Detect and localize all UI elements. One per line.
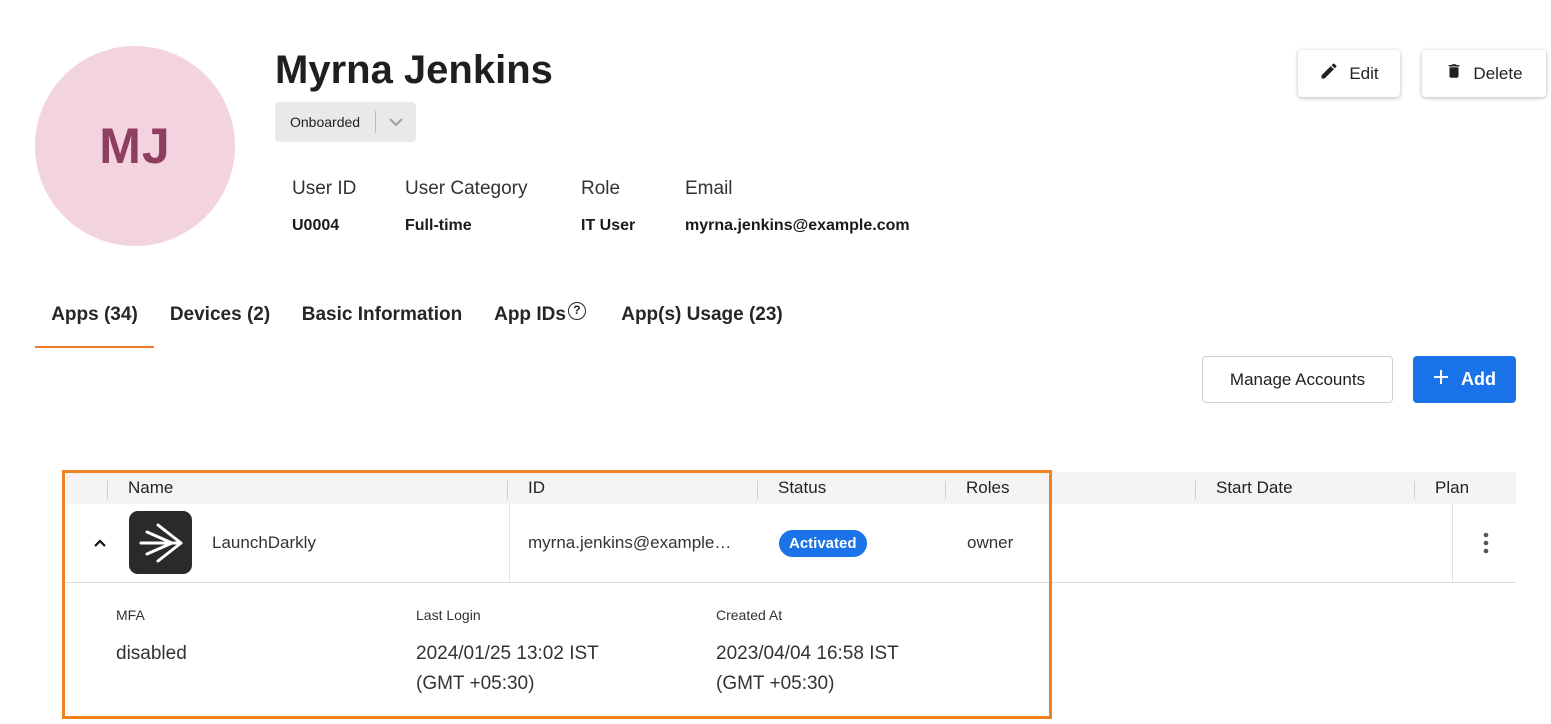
tab-basic-information-label: Basic Information bbox=[301, 304, 463, 325]
row-details: MFA disabled Last Login 2024/01/25 13:02… bbox=[66, 583, 1050, 717]
column-header-start-date[interactable]: Start Date bbox=[1216, 472, 1293, 504]
status-dropdown[interactable]: Onboarded bbox=[275, 102, 416, 142]
created-at-timezone: (GMT +05:30) bbox=[716, 673, 835, 694]
user-category-field: User Category Full-time bbox=[405, 178, 528, 235]
column-header-plan[interactable]: Plan bbox=[1435, 472, 1469, 504]
column-divider[interactable] bbox=[1195, 481, 1196, 499]
tab-app-usage[interactable]: App(s) Usage (23) bbox=[614, 296, 790, 348]
table-row[interactable]: LaunchDarkly myrna.jenkins@example… Acti… bbox=[66, 504, 1516, 583]
account-id: myrna.jenkins@example… bbox=[528, 533, 732, 552]
mfa-value: disabled bbox=[116, 643, 187, 664]
column-header-name[interactable]: Name bbox=[128, 472, 173, 504]
created-at-value: 2023/04/04 16:58 IST (GMT +05:30) bbox=[716, 639, 899, 699]
manage-accounts-button[interactable]: Manage Accounts bbox=[1202, 356, 1393, 403]
tab-app-usage-label: App(s) Usage (23) bbox=[621, 304, 783, 325]
tab-app-ids-label: App IDs bbox=[494, 304, 566, 325]
last-login-value: 2024/01/25 13:02 IST (GMT +05:30) bbox=[416, 639, 599, 699]
avatar: MJ bbox=[35, 46, 235, 246]
trash-icon bbox=[1445, 61, 1463, 86]
email-label: Email bbox=[685, 178, 733, 199]
column-divider[interactable] bbox=[1414, 481, 1415, 499]
mfa-label: MFA bbox=[116, 607, 145, 623]
chevron-up-icon[interactable] bbox=[92, 504, 110, 582]
column-divider[interactable] bbox=[507, 481, 508, 499]
last-login-label: Last Login bbox=[416, 607, 481, 623]
column-divider[interactable] bbox=[757, 481, 758, 499]
column-header-roles[interactable]: Roles bbox=[966, 472, 1009, 504]
add-button[interactable]: Add bbox=[1413, 356, 1516, 403]
email-value: myrna.jenkins@example.com bbox=[685, 217, 910, 234]
launchdarkly-logo-icon bbox=[129, 511, 192, 574]
last-login-date: 2024/01/25 13:02 IST bbox=[416, 643, 599, 664]
column-divider bbox=[107, 481, 108, 499]
edit-button-label: Edit bbox=[1349, 63, 1379, 83]
status-badge: Activated bbox=[779, 529, 867, 557]
created-at-detail: Created At 2023/04/04 16:58 IST (GMT +05… bbox=[716, 607, 899, 699]
status-dropdown-value: Onboarded bbox=[290, 114, 361, 130]
role-value: IT User bbox=[581, 217, 636, 234]
avatar-initials: MJ bbox=[99, 118, 171, 174]
user-id-label: User ID bbox=[292, 178, 357, 199]
user-category-value: Full-time bbox=[405, 217, 472, 234]
column-divider bbox=[1452, 504, 1453, 582]
role-field: Role IT User bbox=[581, 178, 635, 235]
user-id-value: U0004 bbox=[292, 217, 340, 234]
table-header: Name ID Status Roles Start Date Plan bbox=[66, 472, 1516, 504]
user-category-label: User Category bbox=[405, 178, 528, 199]
role-label: Role bbox=[581, 178, 621, 199]
add-button-label: Add bbox=[1461, 369, 1496, 389]
status-cell: Activated bbox=[779, 504, 867, 582]
pencil-icon bbox=[1319, 61, 1339, 86]
app-name[interactable]: LaunchDarkly bbox=[212, 504, 316, 582]
last-login-detail: Last Login 2024/01/25 13:02 IST (GMT +05… bbox=[416, 607, 599, 699]
plus-icon bbox=[1433, 369, 1449, 390]
tab-bar: Apps (34) Devices (2) Basic Information … bbox=[0, 296, 1551, 348]
tab-devices-label: Devices (2) bbox=[169, 304, 271, 325]
help-icon[interactable]: ? bbox=[567, 302, 586, 320]
tab-apps-label: Apps (34) bbox=[51, 304, 138, 325]
created-at-date: 2023/04/04 16:58 IST bbox=[716, 643, 899, 664]
column-divider[interactable] bbox=[945, 481, 946, 499]
delete-button-label: Delete bbox=[1473, 63, 1523, 83]
roles-cell: owner bbox=[967, 533, 1014, 552]
more-vertical-icon[interactable] bbox=[1474, 504, 1498, 582]
delete-button[interactable]: Delete bbox=[1422, 50, 1546, 97]
page-title: Myrna Jenkins bbox=[275, 48, 553, 92]
column-header-status[interactable]: Status bbox=[778, 472, 826, 504]
tab-apps[interactable]: Apps (34) bbox=[35, 296, 154, 348]
mfa-detail: MFA disabled bbox=[116, 607, 187, 669]
chevron-down-icon[interactable] bbox=[376, 112, 416, 132]
last-login-timezone: (GMT +05:30) bbox=[416, 673, 535, 694]
tab-app-ids[interactable]: App IDs ? bbox=[488, 296, 592, 348]
email-field: Email myrna.jenkins@example.com bbox=[685, 178, 910, 235]
column-header-id[interactable]: ID bbox=[528, 472, 545, 504]
column-divider bbox=[509, 504, 510, 582]
tab-devices[interactable]: Devices (2) bbox=[164, 296, 276, 348]
tab-basic-information[interactable]: Basic Information bbox=[296, 296, 468, 348]
edit-button[interactable]: Edit bbox=[1298, 50, 1400, 97]
created-at-label: Created At bbox=[716, 607, 783, 623]
user-id-field: User ID U0004 bbox=[292, 178, 356, 235]
